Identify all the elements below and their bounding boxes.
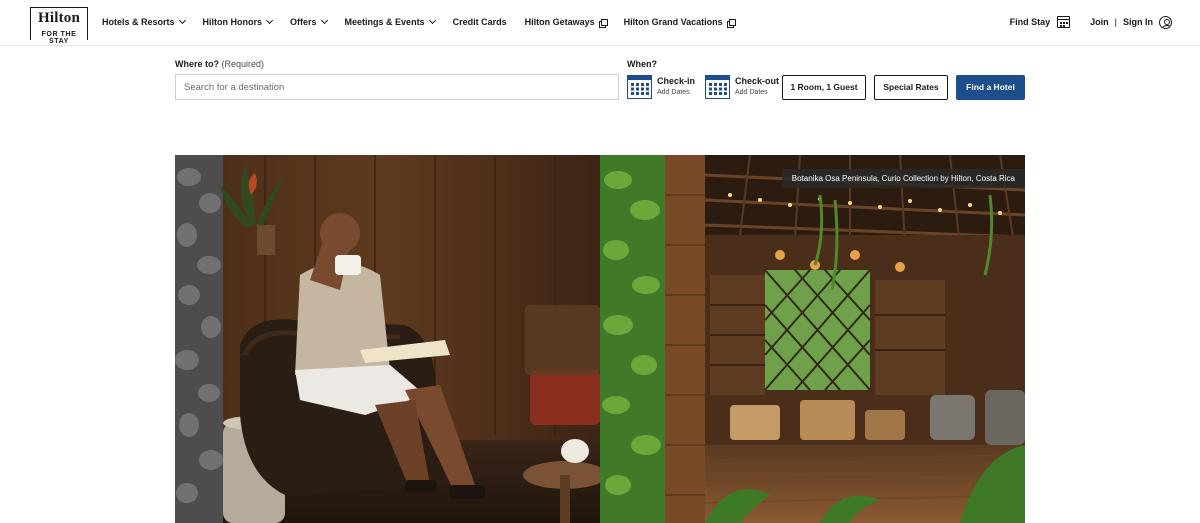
hilton-logo[interactable]: Hilton FOR THE STAY: [30, 7, 88, 45]
chevron-down-icon: [428, 16, 436, 25]
check-out-title: Check-out: [735, 76, 780, 86]
nav-meetings-events[interactable]: Meetings & Events: [344, 16, 436, 27]
account-nav: Find Stay Join | Sign In: [1010, 0, 1172, 44]
nav-hilton-getaways[interactable]: Hilton Getaways: [524, 17, 608, 28]
check-in-picker[interactable]: Check-in Add Dates: [627, 75, 695, 101]
find-stay-label: Find Stay: [1009, 17, 1051, 27]
chevron-down-icon: [265, 16, 274, 25]
when-label: When?: [627, 59, 657, 69]
check-in-subtitle: Add Dates: [657, 89, 690, 96]
nav-label: Credit Cards: [452, 17, 507, 27]
sign-in-label: Sign In: [1123, 17, 1153, 27]
calendar-icon: [705, 75, 730, 99]
logo-wordmark: Hilton: [37, 10, 81, 26]
required-label: (Required): [221, 59, 265, 69]
top-header: Hilton FOR THE STAY Hotels & Resorts Hil…: [0, 0, 1200, 46]
calendar-icon: [1057, 16, 1071, 28]
nav-label: Meetings & Events: [344, 17, 425, 27]
join-link[interactable]: Join: [1090, 17, 1109, 27]
hero-banner: Botanika Osa Peninsula, Curio Collection…: [175, 155, 1025, 523]
nav-hilton-honors[interactable]: Hilton Honors: [202, 16, 274, 27]
account-separator: |: [1114, 17, 1117, 27]
hero-photo-guest: [175, 155, 600, 523]
calendar-icon: [627, 75, 652, 99]
check-out-picker[interactable]: Check-out Add Dates: [705, 75, 779, 101]
find-stay-link[interactable]: Find Stay: [1010, 16, 1091, 28]
nav-label: Hilton Getaways: [524, 17, 595, 27]
where-label: Where to? (Required): [175, 59, 264, 69]
chevron-down-icon: [178, 16, 186, 25]
check-in-title: Check-in: [657, 76, 696, 86]
hero-photo-lounge: Botanika Osa Peninsula, Curio Collection…: [600, 155, 1025, 523]
nav-credit-cards[interactable]: Credit Cards: [453, 17, 507, 27]
nav-offers[interactable]: Offers: [290, 16, 328, 27]
external-link-icon: [726, 18, 736, 28]
hero-caption: Botanika Osa Peninsula, Curio Collection…: [781, 169, 1025, 188]
where-label-text: Where to?: [175, 59, 219, 69]
chevron-down-icon: [320, 16, 328, 25]
nav-label: Hotels & Resorts: [102, 17, 175, 27]
main-nav: Hotels & Resorts Hilton Honors Offers Me…: [102, 0, 752, 44]
user-icon: [1159, 15, 1172, 29]
sign-in-link[interactable]: Sign In: [1123, 15, 1172, 29]
logo-tagline: FOR THE STAY: [41, 31, 77, 45]
nav-label: Offers: [290, 17, 317, 27]
join-label: Join: [1090, 17, 1109, 27]
rooms-guests-button[interactable]: 1 Room, 1 Guest: [782, 75, 866, 100]
nav-label: Hilton Honors: [202, 17, 263, 27]
check-out-subtitle: Add Dates: [735, 89, 768, 96]
nav-hotels-resorts[interactable]: Hotels & Resorts: [102, 16, 186, 27]
nav-hilton-grand-vacations[interactable]: Hilton Grand Vacations: [623, 17, 736, 28]
destination-search-input[interactable]: [175, 74, 619, 100]
special-rates-button[interactable]: Special Rates: [874, 75, 948, 100]
nav-label: Hilton Grand Vacations: [623, 17, 723, 27]
find-hotel-button[interactable]: Find a Hotel: [956, 75, 1025, 100]
external-link-icon: [598, 18, 608, 28]
